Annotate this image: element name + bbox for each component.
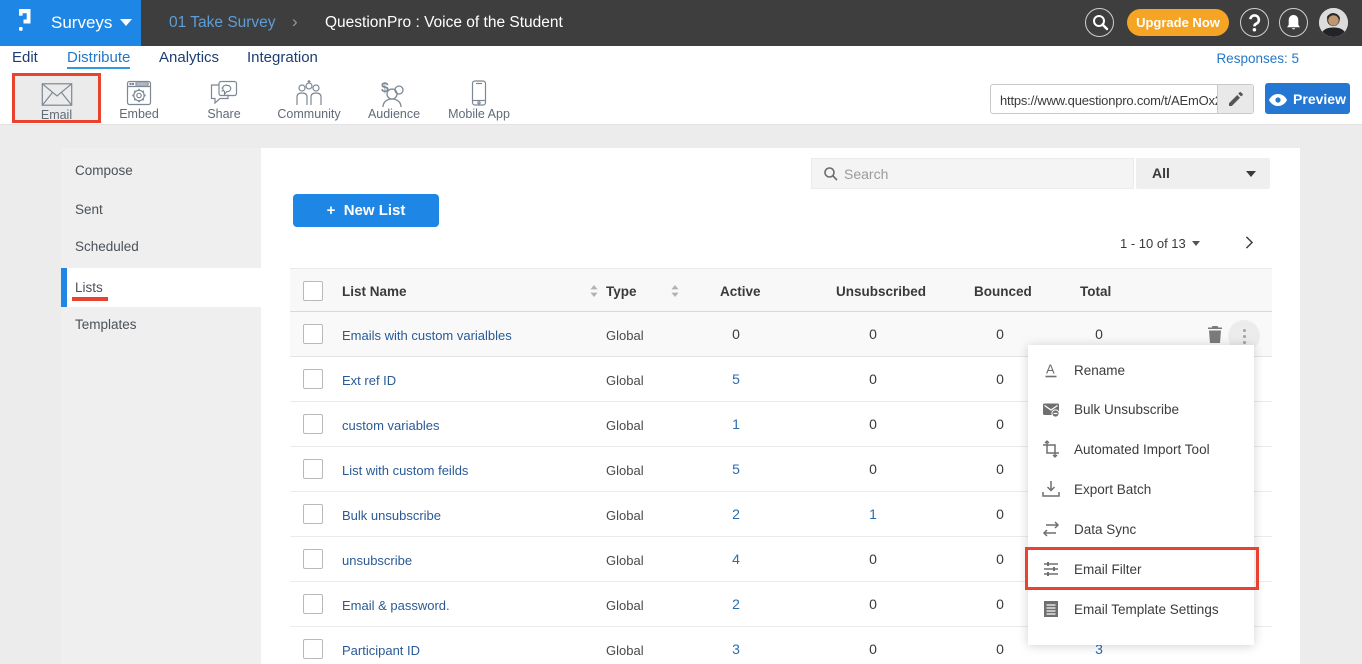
svg-text:A: A [1046,362,1055,377]
